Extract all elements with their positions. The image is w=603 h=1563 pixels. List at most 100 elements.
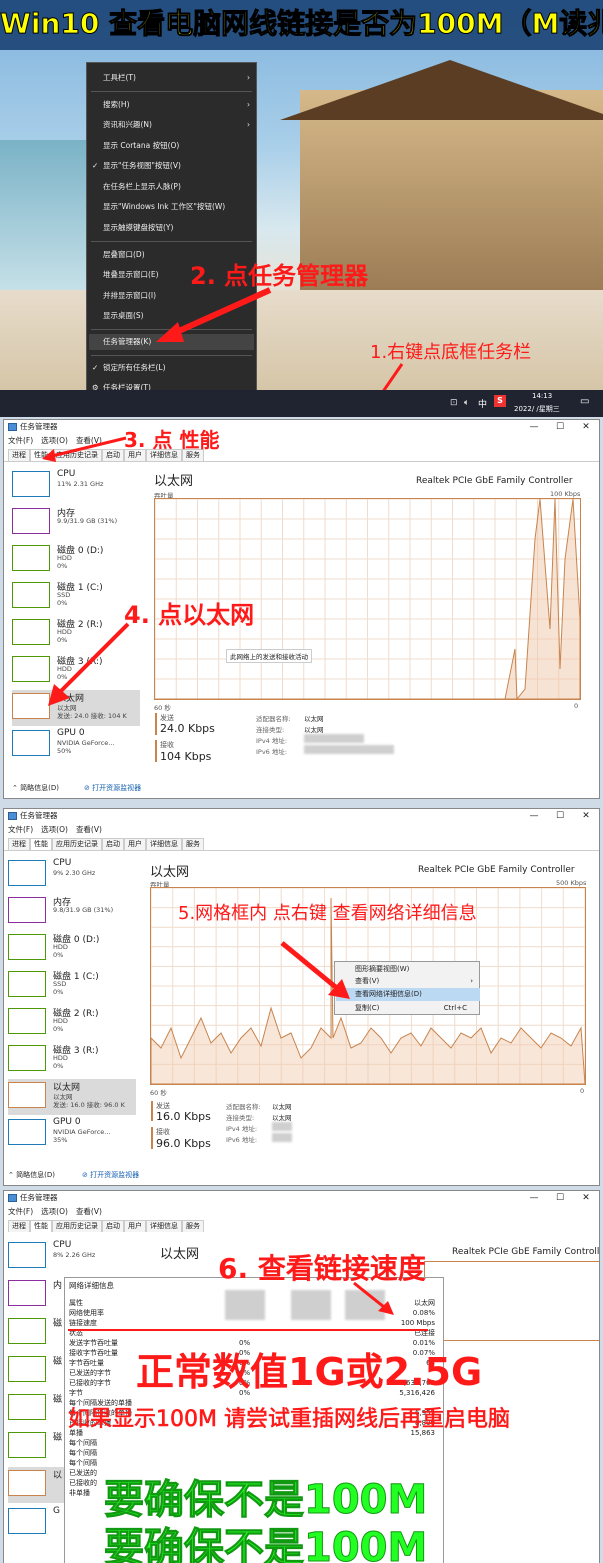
menu-file[interactable]: 文件(F) xyxy=(8,1207,33,1216)
menu-item-0[interactable]: 工具栏(T) xyxy=(103,71,136,85)
close-button[interactable]: ✕ xyxy=(573,809,599,823)
menu-item-6[interactable]: 显示"Windows Ink 工作区"按钮(W) xyxy=(103,200,225,214)
menu-file[interactable]: 文件(F) xyxy=(8,436,33,445)
tab-processes[interactable]: 进程 xyxy=(8,449,30,461)
axis-zero: 0 xyxy=(580,1087,585,1095)
sogou-tray-icon[interactable]: S xyxy=(494,395,506,407)
detail-key: 非单播 xyxy=(69,1489,90,1497)
menu-item-13[interactable]: 锁定所有任务栏(L) xyxy=(103,361,166,375)
menu-item-4[interactable]: 显示"任务视图"按钮(V) xyxy=(103,159,181,173)
sidebar-item-4[interactable]: 磁盘 2 (R:) HDD 0% xyxy=(8,1005,136,1041)
step3-arrow xyxy=(42,436,127,462)
sidebar-l2: 0% xyxy=(53,1062,64,1070)
menu-file[interactable]: 文件(F) xyxy=(8,825,33,834)
menu-item-1[interactable]: 搜索(H) xyxy=(103,98,130,112)
sidebar-item-1[interactable]: 内存 9.8/31.9 GB (31%) xyxy=(8,894,136,930)
network-tray-icon[interactable]: ⊡ xyxy=(450,398,458,408)
normal-value-note: 正常数值1G或2.5G xyxy=(136,1350,483,1394)
tab-app-history[interactable]: 应用历史记录 xyxy=(52,1220,102,1232)
tab-processes[interactable]: 进程 xyxy=(8,1220,30,1232)
tab-services[interactable]: 服务 xyxy=(182,838,204,850)
tab-details[interactable]: 详细信息 xyxy=(146,1220,182,1232)
copy-item[interactable]: 复制(C) xyxy=(355,1002,379,1015)
sidebar-l1: HDD xyxy=(53,1017,68,1025)
throughput-graph-partial[interactable] xyxy=(424,1261,599,1341)
tab-startup[interactable]: 启动 xyxy=(102,838,124,850)
sidebar-item-3[interactable]: 磁盘 1 (C:) SSD 0% xyxy=(12,579,140,615)
tab-services[interactable]: 服务 xyxy=(182,1220,204,1232)
tab-details[interactable]: 详细信息 xyxy=(146,838,182,850)
sidebar-item-2[interactable]: 磁盘 0 (D:) HDD 0% xyxy=(8,931,136,967)
menu-item-12[interactable]: 任务管理器(K) xyxy=(103,335,151,349)
time-axis-label: 60 秒 xyxy=(150,1089,167,1097)
tab-users[interactable]: 用户 xyxy=(124,838,146,850)
resource-monitor-icon: ⊘ xyxy=(82,1171,91,1179)
sidebar-item-0[interactable]: CPU 11% 2.31 GHz xyxy=(12,468,140,504)
detail-key: 每个间隔 xyxy=(69,1439,97,1447)
menu-view[interactable]: 查看(V) xyxy=(76,1207,102,1216)
sidebar-l2: 35% xyxy=(53,1136,68,1144)
tab-app-history[interactable]: 应用历史记录 xyxy=(52,838,102,850)
chevron-right-icon: › xyxy=(247,120,250,129)
sidebar-item-6[interactable]: 以太网 以太网 发送: 16.0 接收: 96.0 K xyxy=(8,1079,136,1115)
maximize-button[interactable]: ☐ xyxy=(547,420,573,434)
sidebar-item-7[interactable]: GPU 0 NVIDIA GeForce... 50% xyxy=(12,727,140,763)
sidebar-l2: 发送: 16.0 接收: 96.0 K xyxy=(53,1101,125,1109)
detail-key: 每个间隔 xyxy=(69,1459,97,1467)
close-button[interactable]: ✕ xyxy=(573,420,599,434)
resource-thumbnail xyxy=(8,1119,46,1145)
view-network-details-item[interactable]: 查看网络详细信息(D) xyxy=(355,988,422,1001)
maximize-button[interactable]: ☐ xyxy=(547,1191,573,1205)
volume-tray-icon[interactable]: 🔈︎ xyxy=(464,398,469,408)
sidebar-item-0[interactable]: CPU 9% 2.30 GHz xyxy=(8,857,136,893)
open-resource-monitor-link[interactable]: ⊘ 打开资源监视器 xyxy=(84,783,141,793)
close-button[interactable]: ✕ xyxy=(573,1191,599,1205)
send-value: 16.0 Kbps xyxy=(156,1110,211,1123)
maximize-button[interactable]: ☐ xyxy=(547,809,573,823)
tab-performance[interactable]: 性能 xyxy=(30,838,52,850)
tab-startup[interactable]: 启动 xyxy=(102,1220,124,1232)
menu-item-5[interactable]: 在任务栏上显示人脉(P) xyxy=(103,180,181,194)
open-resource-monitor-link[interactable]: ⊘ 打开资源监视器 xyxy=(82,1170,139,1180)
brief-info-button[interactable]: ⌃ 简略信息(D) xyxy=(8,1170,55,1180)
menu-separator xyxy=(91,91,252,92)
task-manager-window-2: 任务管理器 — ☐ ✕ 文件(F) 选项(O) 查看(V) 进程 性能 应用历史记录 启动… xyxy=(3,419,600,799)
menu-item-11[interactable]: 显示桌面(S) xyxy=(103,309,144,323)
menu-options[interactable]: 选项(O) xyxy=(41,1207,68,1216)
sidebar-item-2[interactable]: 磁盘 0 (D:) HDD 0% xyxy=(12,542,140,578)
tab-performance[interactable]: 性能 xyxy=(30,1220,52,1232)
sidebar-item-5[interactable]: 磁盘 3 (R:) HDD 0% xyxy=(8,1042,136,1078)
tab-processes[interactable]: 进程 xyxy=(8,838,30,850)
sidebar-item-7[interactable]: GPU 0 NVIDIA GeForce... 35% xyxy=(8,1116,136,1152)
window-title: 任务管理器 xyxy=(20,811,58,820)
sidebar-name: GPU 0 xyxy=(57,728,85,738)
sidebar-item-3[interactable]: 磁盘 1 (C:) SSD 0% xyxy=(8,968,136,1004)
notification-icon[interactable]: ▭ xyxy=(580,396,589,407)
menu-item-8[interactable]: 层叠窗口(D) xyxy=(103,248,145,262)
menu-item-3[interactable]: 显示 Cortana 按钮(O) xyxy=(103,139,179,153)
adapter-name-value: 以太网 xyxy=(272,1103,292,1111)
sidebar-item-1[interactable]: 内存 9.9/31.9 GB (31%) xyxy=(12,505,140,541)
sidebar-name: 内 xyxy=(53,1281,63,1291)
detail-value: 100 Mbps xyxy=(400,1319,435,1327)
view-item[interactable]: 查看(V) xyxy=(355,975,379,988)
desktop-screenshot: Win10 查看电脑网线链接是否为100M（M读兆） 工具栏(T) › 搜索(H) ›… xyxy=(0,0,603,417)
menu-item-7[interactable]: 显示触摸键盘按钮(Y) xyxy=(103,221,173,235)
menu-options[interactable]: 选项(O) xyxy=(41,825,68,834)
menu-item-10[interactable]: 并排显示窗口(I) xyxy=(103,289,156,303)
tab-users[interactable]: 用户 xyxy=(124,1220,146,1232)
sidebar-name: GPU 0 xyxy=(53,1117,81,1127)
brief-info-button[interactable]: ⌃ 简略信息(D) xyxy=(12,783,59,793)
clock-date[interactable]: 2022/ /星期三 xyxy=(514,404,560,414)
minimize-button[interactable]: — xyxy=(521,1191,547,1205)
menu-item-2[interactable]: 资讯和兴趣(N) xyxy=(103,118,152,132)
adapter-name: Realtek PCIe GbE Family Controller xyxy=(418,865,575,875)
menu-view[interactable]: 查看(V) xyxy=(76,825,102,834)
recv-marker xyxy=(151,1127,153,1149)
taskbar[interactable]: ⊡ 🔈︎ 中 S 14:13 2022/ /星期三 ▭ xyxy=(0,390,603,417)
sidebar-item-0[interactable]: CPU 8% 2.26 GHz xyxy=(8,1239,136,1275)
clock-time[interactable]: 14:13 xyxy=(532,392,552,400)
minimize-button[interactable]: — xyxy=(521,420,547,434)
minimize-button[interactable]: — xyxy=(521,809,547,823)
ime-indicator[interactable]: 中 xyxy=(478,397,487,410)
